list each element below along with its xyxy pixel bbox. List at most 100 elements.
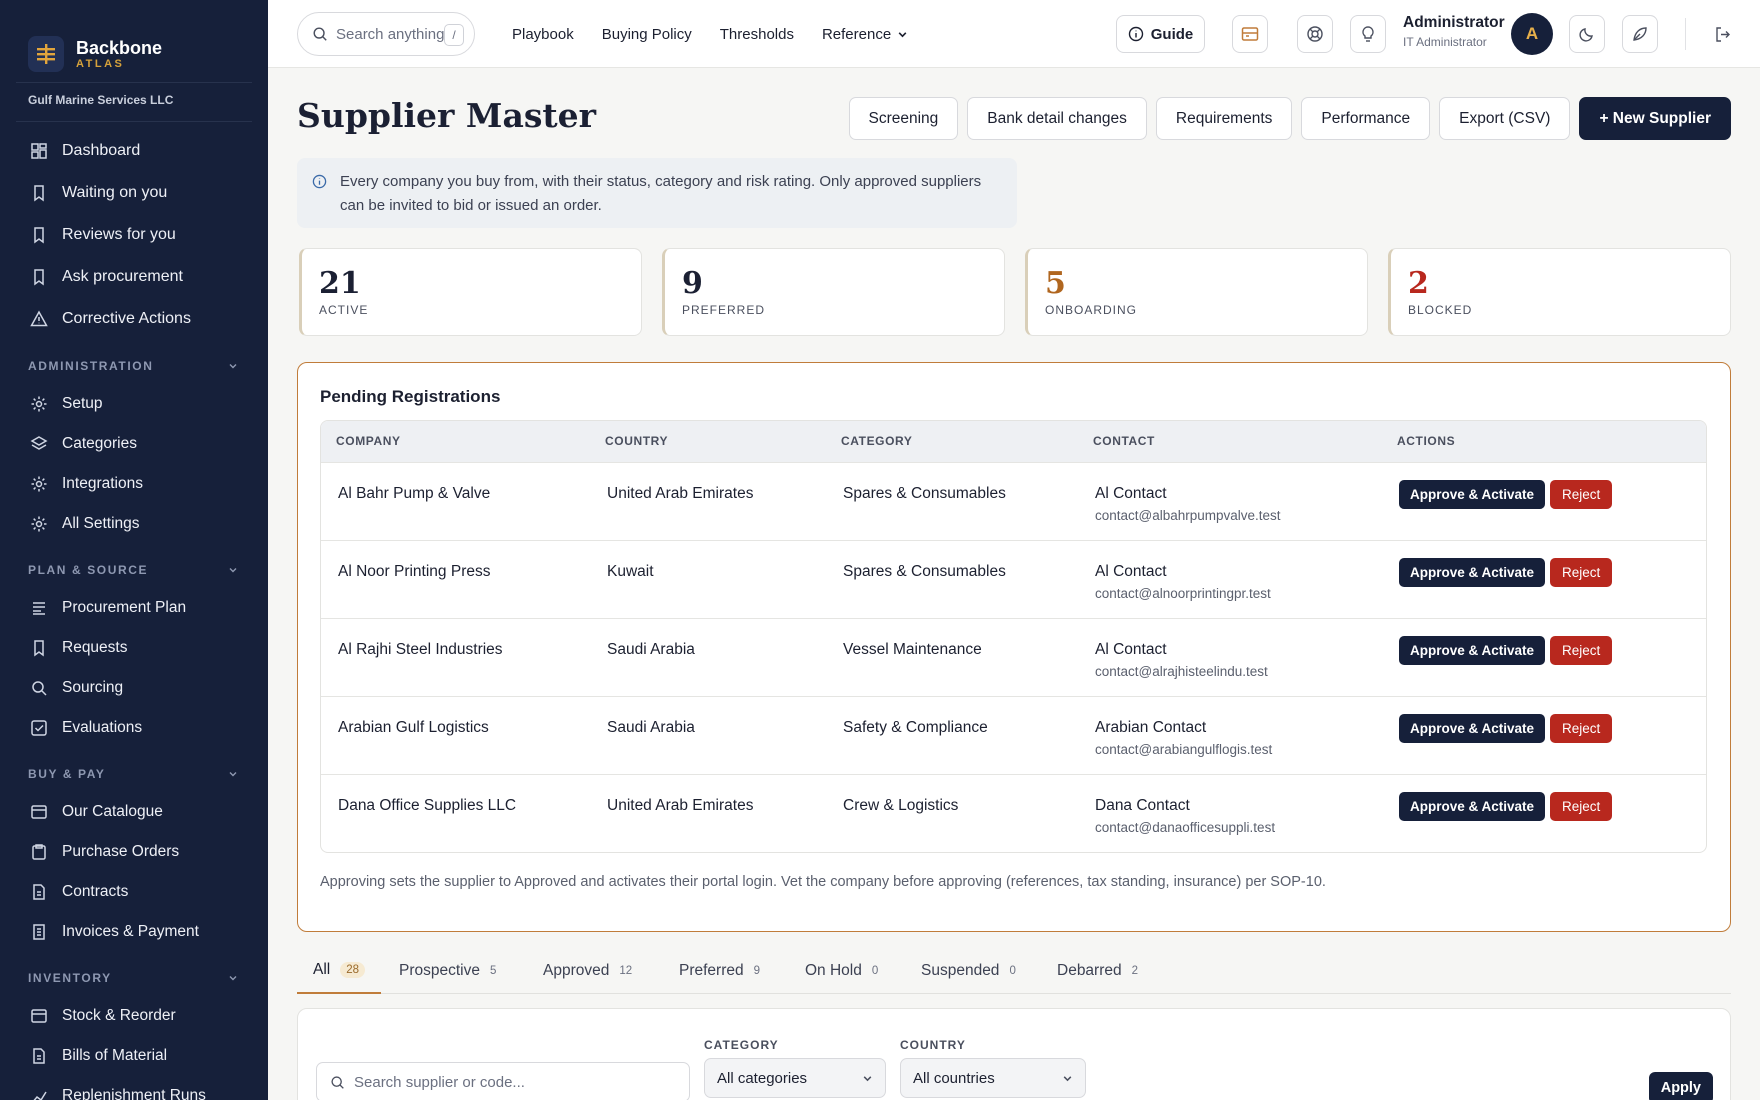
row-actions: Approve & Activate Reject: [1399, 480, 1613, 509]
sidebar-item-purchase-orders[interactable]: Purchase Orders: [0, 832, 268, 872]
chevron-down-icon: [863, 1075, 872, 1081]
stat-card-onboarding[interactable]: 5 ONBOARDING: [1025, 248, 1368, 336]
logout-button[interactable]: [1704, 15, 1740, 53]
user-menu[interactable]: Administrator IT Administrator: [1403, 14, 1505, 49]
requirements-button[interactable]: Requirements: [1155, 97, 1293, 140]
approve-activate-button[interactable]: Approve & Activate: [1399, 714, 1546, 743]
tips-button[interactable]: [1350, 15, 1386, 53]
approve-activate-button[interactable]: Approve & Activate: [1399, 558, 1546, 587]
guide-button[interactable]: Guide: [1116, 15, 1205, 53]
export-csv-button[interactable]: Export (CSV): [1439, 97, 1571, 140]
category-cell: Spares & Consumables: [843, 563, 1006, 580]
tab-debarred[interactable]: Debarred 2: [1057, 948, 1138, 994]
reject-button[interactable]: Reject: [1550, 714, 1613, 743]
clipboard-icon: [32, 844, 46, 860]
sidebar-item-bom[interactable]: Bills of Material: [0, 1036, 268, 1076]
sidebar-item-all-settings[interactable]: All Settings: [0, 504, 268, 544]
stat-card-active[interactable]: 21 ACTIVE: [299, 248, 642, 336]
org-name[interactable]: Gulf Marine Services LLC: [16, 82, 252, 122]
category-cell: Safety & Compliance: [843, 719, 988, 736]
tab-suspended[interactable]: Suspended 0: [921, 948, 1016, 994]
approve-activate-button[interactable]: Approve & Activate: [1399, 636, 1546, 665]
approve-activate-button[interactable]: Approve & Activate: [1399, 480, 1546, 509]
sidebar-item-corrective-actions[interactable]: Corrective Actions: [0, 298, 268, 340]
sidebar-item-reviews[interactable]: Reviews for you: [0, 214, 268, 256]
contact-name: Al Contact: [1095, 485, 1167, 502]
stat-label: PREFERRED: [682, 303, 766, 317]
category-select[interactable]: All categories: [704, 1058, 886, 1098]
stat-value: 2: [1408, 266, 1429, 301]
tab-count: 5: [489, 965, 497, 977]
stat-value: 5: [1045, 266, 1066, 301]
screening-button[interactable]: Screening: [848, 97, 959, 140]
approve-activate-button[interactable]: Approve & Activate: [1399, 792, 1546, 821]
sidebar-item-stock[interactable]: Stock & Reorder: [0, 996, 268, 1036]
brand-subtitle: ATLAS: [76, 57, 125, 70]
feedback-button[interactable]: [1622, 15, 1658, 53]
bank-detail-changes-button[interactable]: Bank detail changes: [967, 97, 1147, 140]
reject-button[interactable]: Reject: [1550, 636, 1613, 665]
reject-button[interactable]: Reject: [1550, 792, 1613, 821]
sidebar-item-evaluations[interactable]: Evaluations: [0, 708, 268, 748]
help-button[interactable]: [1297, 15, 1333, 53]
contact-email: contact@alrajhisteelindu.test: [1095, 664, 1268, 679]
nav-thresholds[interactable]: Thresholds: [720, 26, 794, 43]
reject-button[interactable]: Reject: [1550, 480, 1613, 509]
column-header-contact: CONTACT: [1093, 434, 1155, 448]
inbox-button[interactable]: [1232, 15, 1268, 53]
layers-icon: [30, 436, 48, 450]
tab-all[interactable]: All 28: [297, 948, 382, 994]
tab-preferred[interactable]: Preferred 9: [679, 948, 760, 994]
sidebar-item-ask-procurement[interactable]: Ask procurement: [0, 256, 268, 298]
sidebar-item-label: All Settings: [62, 515, 140, 532]
gear-icon: [31, 516, 47, 532]
info-banner: Every company you buy from, with their s…: [297, 158, 1017, 228]
sidebar-item-replenishment[interactable]: Replenishment Runs: [0, 1076, 268, 1100]
performance-button[interactable]: Performance: [1301, 97, 1431, 140]
nav-reference[interactable]: Reference: [822, 26, 908, 43]
sidebar-item-setup[interactable]: Setup: [0, 384, 268, 424]
sidebar-item-invoices[interactable]: Invoices & Payment: [0, 912, 268, 952]
new-supplier-button[interactable]: + New Supplier: [1579, 97, 1731, 140]
supplier-search-input[interactable]: Search supplier or code...: [316, 1062, 690, 1100]
sidebar-item-categories[interactable]: Categories: [0, 424, 268, 464]
country-select[interactable]: All countries: [900, 1058, 1086, 1098]
sidebar-item-requests[interactable]: Requests: [0, 628, 268, 668]
sidebar-item-label: Evaluations: [62, 719, 143, 736]
contact-cell: Dana Contact contact@danaofficesuppli.tes…: [1095, 797, 1275, 835]
pending-table: COMPANY COUNTRY CATEGORY CONTACT ACTIONS…: [320, 420, 1707, 853]
stat-card-preferred[interactable]: 9 PREFERRED: [662, 248, 1005, 336]
reject-button[interactable]: Reject: [1550, 558, 1613, 587]
nav-playbook[interactable]: Playbook: [512, 26, 574, 43]
tab-on-hold[interactable]: On Hold 0: [805, 948, 878, 994]
avatar[interactable]: A: [1511, 13, 1553, 55]
section-administration[interactable]: ADMINISTRATION: [0, 340, 268, 384]
theme-toggle-button[interactable]: [1569, 15, 1605, 53]
sidebar-item-integrations[interactable]: Integrations: [0, 464, 268, 504]
row-actions: Approve & Activate Reject: [1399, 714, 1613, 743]
company-cell: Al Rajhi Steel Industries: [338, 641, 503, 658]
stat-label: BLOCKED: [1408, 303, 1473, 317]
apply-filters-button[interactable]: Apply: [1648, 1072, 1713, 1100]
section-inventory[interactable]: INVENTORY: [0, 952, 268, 996]
sidebar-item-contracts[interactable]: Contracts: [0, 872, 268, 912]
tab-approved[interactable]: Approved 12: [543, 948, 632, 994]
sidebar-item-catalogue[interactable]: Our Catalogue: [0, 792, 268, 832]
section-plan-source[interactable]: PLAN & SOURCE: [0, 544, 268, 588]
pending-rows: Al Bahr Pump & Valve United Arab Emirates…: [321, 462, 1706, 852]
sidebar-item-dashboard[interactable]: Dashboard: [0, 130, 268, 172]
sidebar-item-procurement-plan[interactable]: Procurement Plan: [0, 588, 268, 628]
company-cell: Al Bahr Pump & Valve: [338, 485, 491, 502]
sidebar-item-label: Integrations: [62, 475, 143, 492]
global-search-input[interactable]: Search anything /: [297, 12, 475, 56]
row-actions: Approve & Activate Reject: [1399, 558, 1613, 587]
sidebar-item-sourcing[interactable]: Sourcing: [0, 668, 268, 708]
tab-prospective[interactable]: Prospective 5: [399, 948, 496, 994]
contact-name: Arabian Contact: [1095, 719, 1207, 736]
stat-card-blocked[interactable]: 2 BLOCKED: [1388, 248, 1731, 336]
nav-buying-policy[interactable]: Buying Policy: [602, 26, 692, 43]
filters-panel: Search supplier or code... CATEGORY All …: [297, 1008, 1731, 1100]
section-buy-pay[interactable]: BUY & PAY: [0, 748, 268, 792]
sidebar-item-waiting[interactable]: Waiting on you: [0, 172, 268, 214]
contact-email: contact@danaofficesuppli.test: [1095, 820, 1276, 835]
